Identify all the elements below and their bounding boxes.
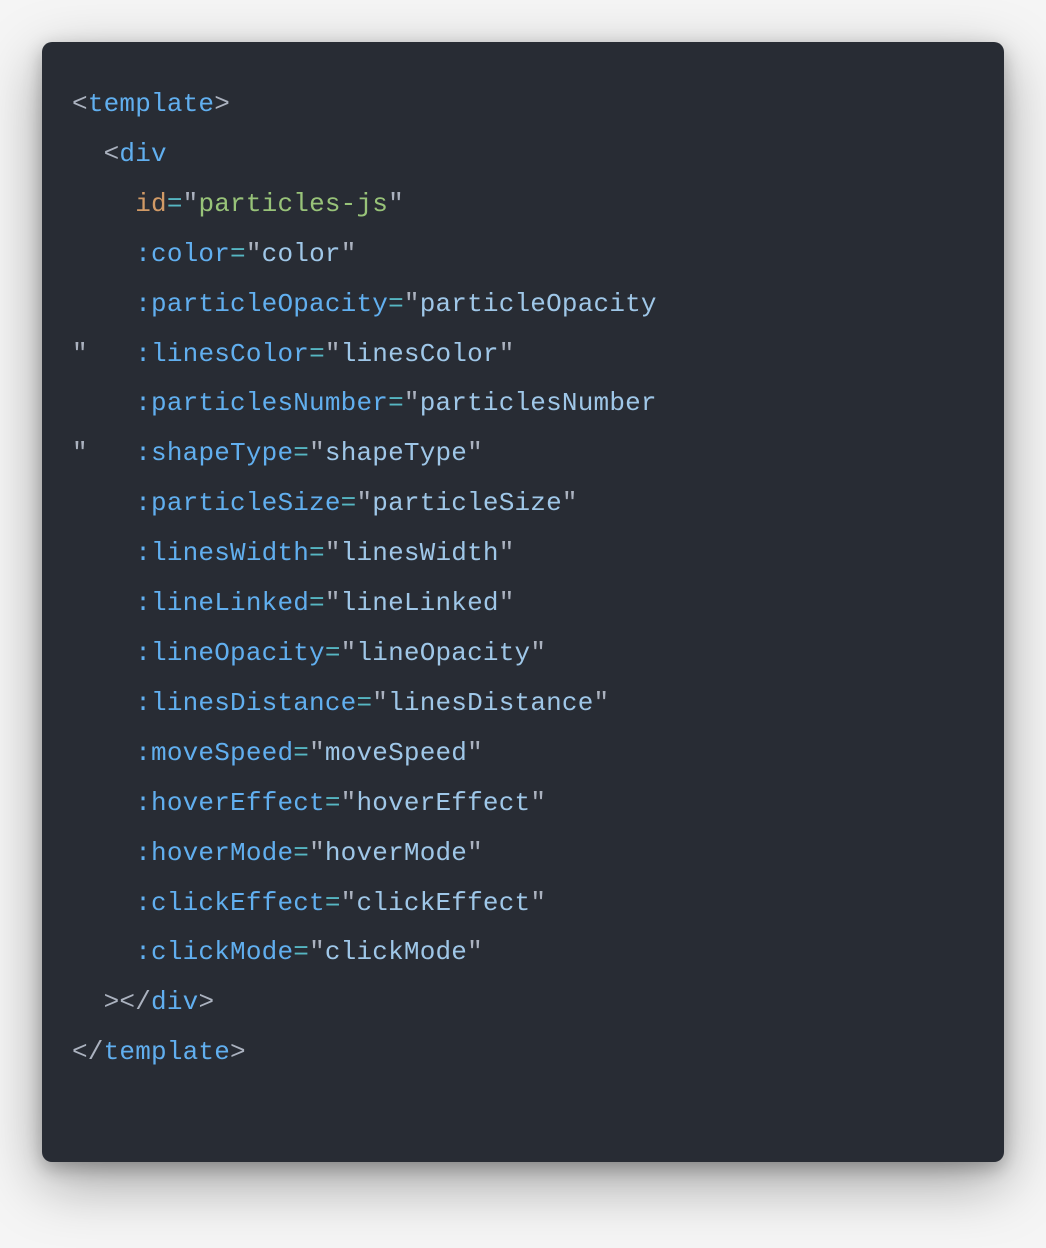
val-shapeType: shapeType bbox=[325, 438, 467, 468]
attr-clickMode: :clickMode bbox=[135, 937, 293, 967]
val-particlesNumber: particlesNumber bbox=[420, 388, 657, 418]
val-clickEffect: clickEffect bbox=[356, 888, 530, 918]
val-lineOpacity: lineOpacity bbox=[356, 638, 530, 668]
tag-div-open: div bbox=[119, 139, 166, 169]
val-lineLinked: lineLinked bbox=[341, 588, 499, 618]
val-color: color bbox=[262, 239, 341, 269]
val-linesWidth: linesWidth bbox=[341, 538, 499, 568]
attr-linesWidth: :linesWidth bbox=[135, 538, 309, 568]
attr-color: :color bbox=[135, 239, 230, 269]
attr-id: id bbox=[135, 189, 167, 219]
attr-linesColor: :linesColor bbox=[135, 339, 309, 369]
tag-template-open: template bbox=[88, 89, 214, 119]
attr-linesDistance: :linesDistance bbox=[135, 688, 356, 718]
attr-hoverEffect: :hoverEffect bbox=[135, 788, 325, 818]
code-block[interactable]: <template> <div id="particles-js" :color… bbox=[72, 80, 974, 1078]
attr-moveSpeed: :moveSpeed bbox=[135, 738, 293, 768]
tag-div-close: div bbox=[151, 987, 198, 1017]
val-linesColor: linesColor bbox=[341, 339, 499, 369]
attr-lineOpacity: :lineOpacity bbox=[135, 638, 325, 668]
attr-lineLinked: :lineLinked bbox=[135, 588, 309, 618]
tag-template-close: template bbox=[104, 1037, 230, 1067]
val-id: particles-js bbox=[198, 189, 388, 219]
val-linesDistance: linesDistance bbox=[388, 688, 593, 718]
attr-clickEffect: :clickEffect bbox=[135, 888, 325, 918]
val-moveSpeed: moveSpeed bbox=[325, 738, 467, 768]
val-particleOpacity: particleOpacity bbox=[420, 289, 657, 319]
attr-particleOpacity: :particleOpacity bbox=[135, 289, 388, 319]
val-hoverEffect: hoverEffect bbox=[356, 788, 530, 818]
attr-particleSize: :particleSize bbox=[135, 488, 340, 518]
attr-shapeType: :shapeType bbox=[135, 438, 293, 468]
val-clickMode: clickMode bbox=[325, 937, 467, 967]
attr-particlesNumber: :particlesNumber bbox=[135, 388, 388, 418]
code-editor-window: <template> <div id="particles-js" :color… bbox=[42, 42, 1004, 1162]
val-hoverMode: hoverMode bbox=[325, 838, 467, 868]
val-particleSize: particleSize bbox=[372, 488, 562, 518]
attr-hoverMode: :hoverMode bbox=[135, 838, 293, 868]
